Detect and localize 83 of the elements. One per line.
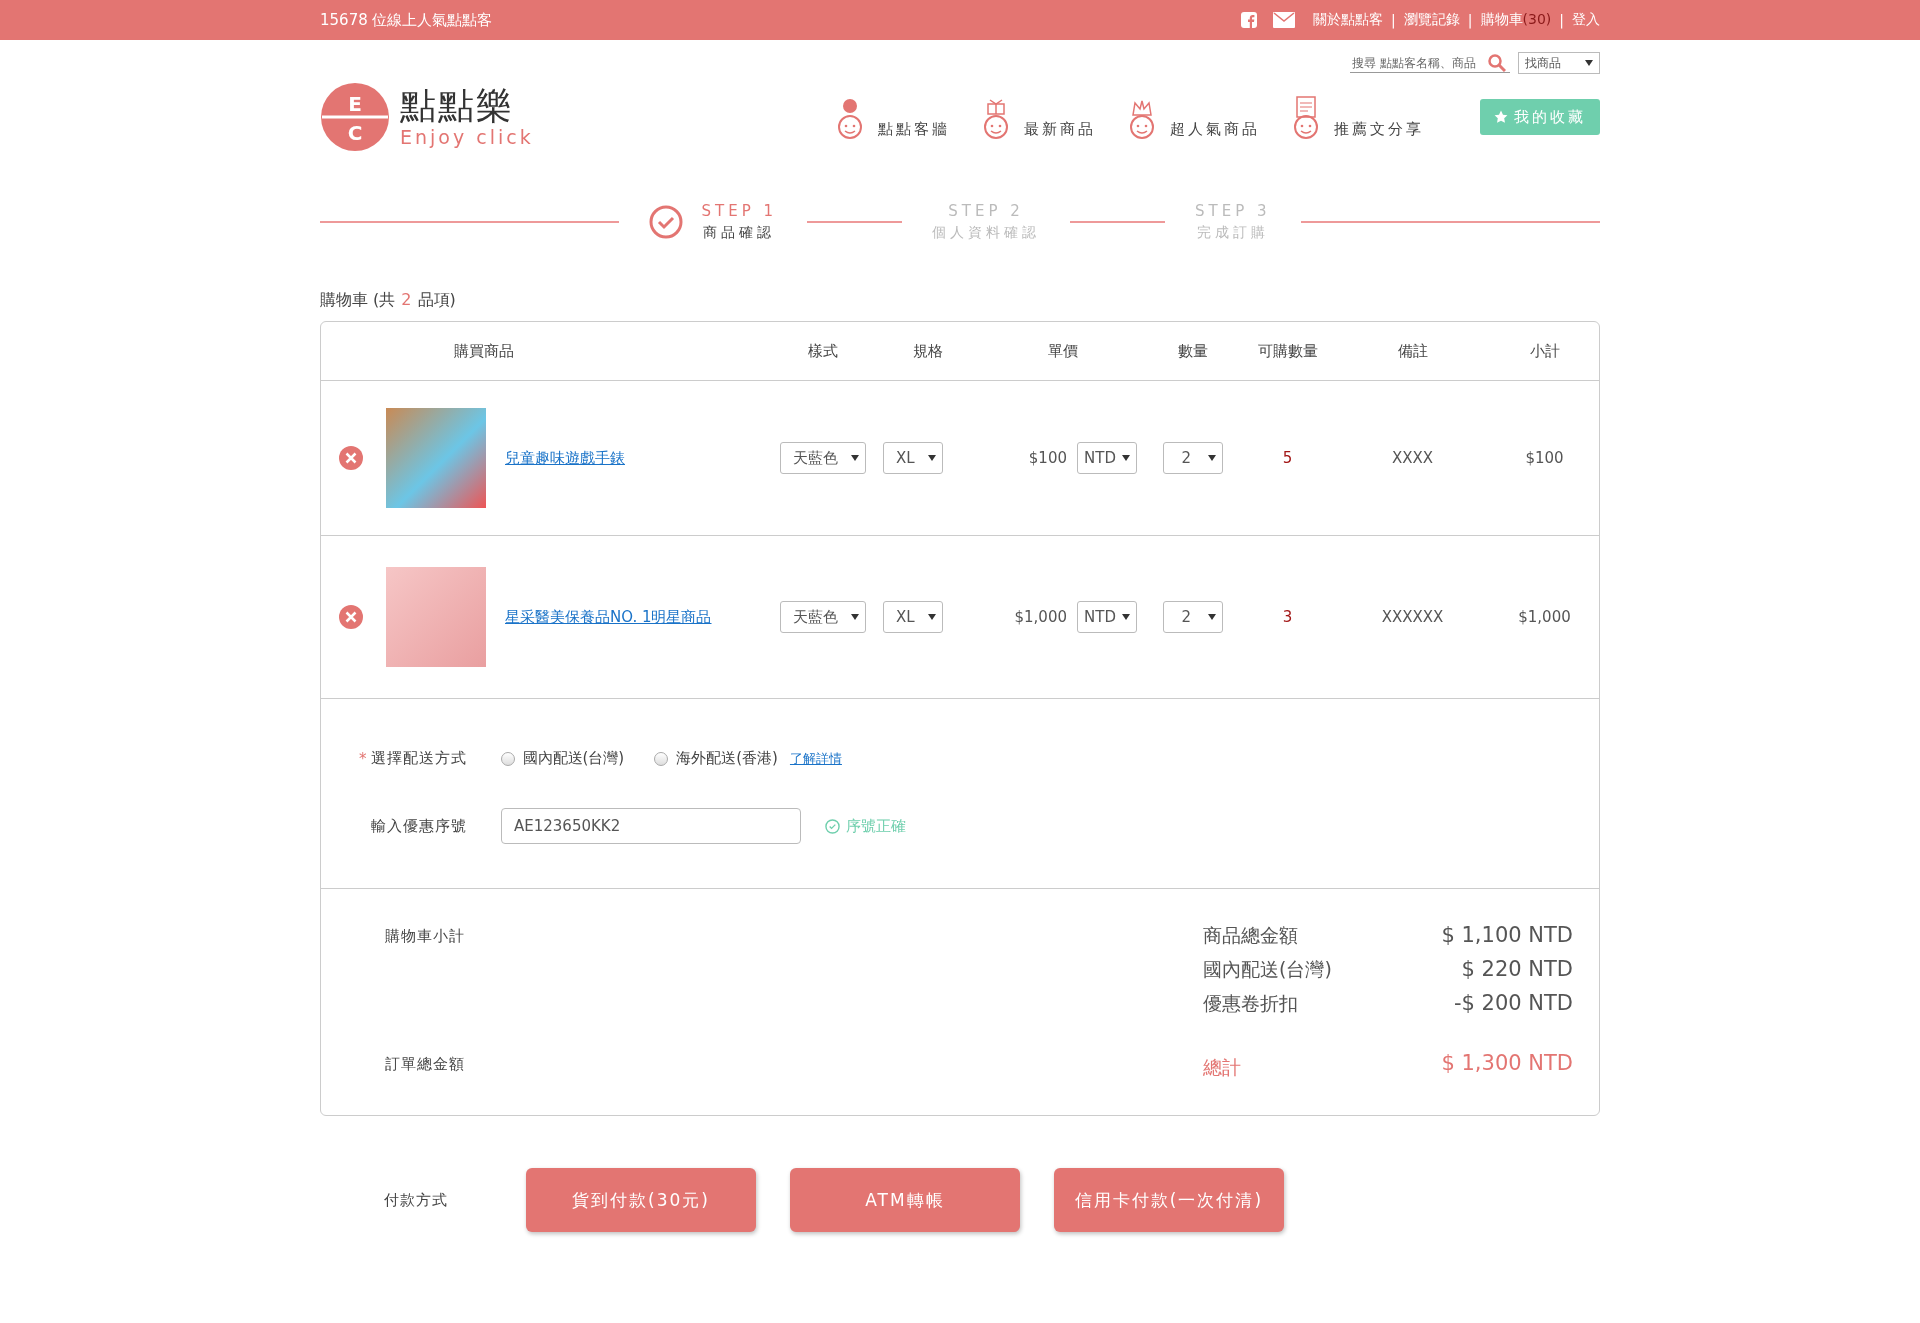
caret-icon [850, 455, 859, 461]
summary-label: 國內配送(台灣) [1203, 957, 1333, 982]
step-label: STEP 2 [948, 202, 1024, 220]
column-header: 單價 [1046, 340, 1079, 362]
shipping-radio[interactable]: 國內配送(台灣) [500, 749, 625, 768]
check-circle-icon [825, 818, 840, 834]
column-header: 購買商品 [453, 340, 515, 362]
subtotal: $1,000 [1518, 608, 1571, 626]
step-caption: 個人資料確認 [932, 224, 1040, 242]
order-total-label: 訂單總金額 [385, 1055, 466, 1075]
coupon-label: 輸入優惠序號 [371, 816, 468, 836]
size-select[interactable]: XL [883, 601, 943, 633]
caret-icon [1122, 455, 1130, 461]
step-caption: 商品確認 [703, 224, 776, 242]
separator: | [1559, 12, 1564, 28]
logo-icon: E C [320, 82, 390, 152]
summary-value: -$ 200 NTD [1452, 991, 1573, 1017]
total-value: $ 1,300 NTD [1440, 1051, 1573, 1077]
column-header: 規格 [911, 340, 944, 362]
caret-icon [1207, 614, 1216, 620]
cart-title: 購物車 (共 [320, 290, 396, 311]
note: XXXX [1391, 449, 1434, 467]
nav-link[interactable]: 點點客牆 [832, 95, 950, 139]
remove-icon[interactable] [339, 446, 363, 470]
summary-label: 商品總金額 [1203, 923, 1299, 948]
caret-icon [1122, 614, 1130, 620]
caret-icon [928, 455, 936, 461]
nav-link[interactable]: 最新商品 [978, 95, 1096, 139]
caret-icon [850, 614, 859, 620]
logo-name: 點點樂 [400, 86, 515, 126]
nav-link[interactable]: 超人氣商品 [1124, 95, 1260, 139]
search-icon[interactable] [1488, 53, 1506, 72]
shipping-label: 選擇配送方式 [370, 749, 468, 768]
column-header: 可購數量 [1256, 340, 1319, 362]
caret-icon [1207, 455, 1216, 461]
check-circle-icon [649, 205, 684, 239]
logo-tagline: Enjoy click [400, 125, 534, 148]
subtotal: $100 [1525, 449, 1564, 467]
column-header: 備註 [1396, 340, 1429, 362]
required-mark: * [359, 749, 367, 768]
coupon-status: 序號正確 [825, 816, 906, 836]
cart-subtotal-label: 購物車小計 [385, 926, 466, 947]
currency-select[interactable]: NTD [1077, 601, 1137, 633]
available-quantity: 3 [1282, 608, 1293, 626]
column-header: 樣式 [806, 340, 839, 362]
payment-label: 付款方式 [384, 1190, 449, 1210]
note: XXXXXX [1381, 608, 1444, 626]
online-count: 15678 位線上人氣點點客 [320, 10, 493, 30]
unit-price: $100 [1028, 449, 1067, 467]
separator: | [1467, 12, 1473, 28]
category-dropdown[interactable]: 找商品 [1518, 52, 1600, 74]
coupon-field[interactable]: AE123650KK2 [501, 808, 801, 844]
caret-icon [1585, 60, 1593, 66]
separator: | [1391, 12, 1396, 28]
nav-link[interactable]: 推薦文分享 [1288, 95, 1424, 139]
column-header: 數量 [1176, 340, 1209, 362]
cart-title-end: 品項) [417, 290, 456, 311]
product-link[interactable]: 星采醫美保養品NO. 1明星商品 [505, 607, 712, 627]
column-header: 小計 [1528, 340, 1561, 362]
item-count: 2 [401, 290, 412, 311]
step-label: STEP 3 [1195, 202, 1271, 220]
remove-icon[interactable] [339, 605, 363, 629]
summary-value: $ 220 NTD [1460, 957, 1573, 983]
star-icon [1494, 110, 1508, 124]
unit-price: $1,000 [1014, 608, 1067, 626]
details-link[interactable]: 了解詳情 [789, 749, 842, 768]
summary-label: 優惠卷折扣 [1203, 991, 1299, 1016]
step-label: STEP 1 [701, 202, 777, 220]
summary-value: $ 1,100 NTD [1440, 923, 1573, 949]
style-select[interactable]: 天藍色 [779, 442, 866, 474]
style-select[interactable]: 天藍色 [779, 601, 866, 633]
quantity-select[interactable]: 2 [1162, 601, 1223, 633]
currency-select[interactable]: NTD [1077, 442, 1137, 474]
facebook-icon[interactable] [1241, 12, 1258, 28]
caret-icon [928, 614, 936, 620]
step-caption: 完成訂購 [1196, 224, 1269, 242]
size-select[interactable]: XL [883, 442, 943, 474]
mail-icon[interactable] [1273, 12, 1296, 28]
shipping-radio[interactable]: 海外配送(香港) [654, 749, 778, 768]
total-label: 總計 [1203, 1055, 1242, 1080]
quantity-select[interactable]: 2 [1162, 442, 1223, 474]
product-link[interactable]: 兒童趣味遊戲手錶 [505, 448, 625, 468]
available-quantity: 5 [1282, 449, 1293, 467]
